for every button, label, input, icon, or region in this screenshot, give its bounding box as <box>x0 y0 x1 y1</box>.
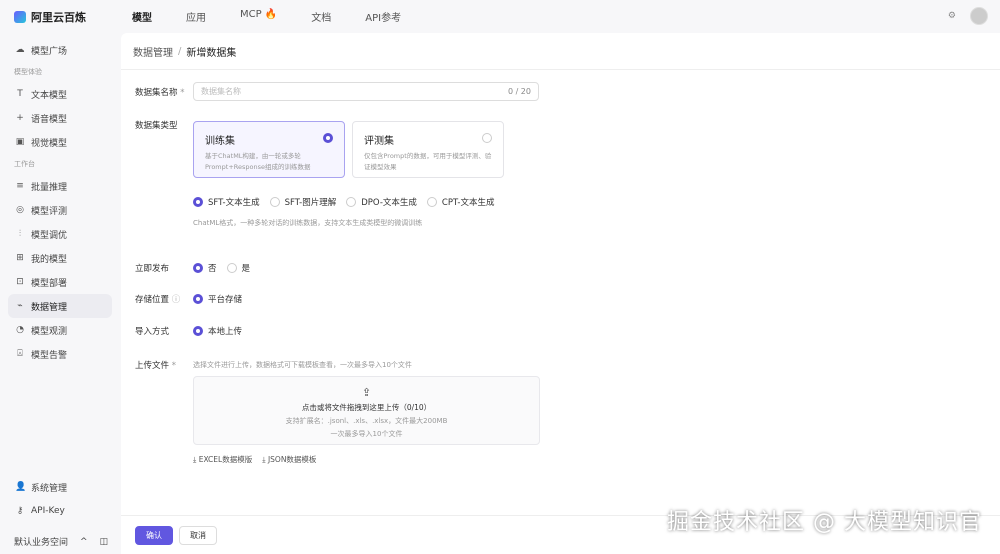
workspace-switcher[interactable]: 默认业务空间 ^ ◫ <box>14 535 114 549</box>
subtype-cpt-text[interactable]: CPT-文本生成 <box>426 196 494 208</box>
breadcrumb-parent[interactable]: 数据管理 <box>133 44 173 59</box>
sidebar-icon: ▣ <box>15 137 25 147</box>
subtype-sft-text[interactable]: SFT-文本生成 <box>193 196 260 208</box>
nav-mcp[interactable]: MCP 🔥 <box>240 9 277 24</box>
avatar[interactable] <box>970 7 988 25</box>
upload-label: 上传文件 * <box>135 361 176 371</box>
dataset-name-input[interactable]: 数据集名称 0 / 20 <box>193 82 539 101</box>
sidebar-item[interactable]: ≡ 批量推理 <box>8 174 112 198</box>
upload-hint: 选择文件进行上传，数据格式可下载模板查看，一次最多导入10个文件 <box>193 361 412 369</box>
main-panel: 数据管理 / 新增数据集 数据集名称 * 数据集名称 0 / 20 数据集类型 训… <box>121 33 1000 554</box>
sidebar-icon: ⚷ <box>16 506 24 516</box>
sidebar-icon: ◔ <box>16 325 24 335</box>
publish-label: 立即发布 <box>135 264 170 274</box>
sidebar-item[interactable]: ⊡ 模型部署 <box>8 270 112 294</box>
sidebar-item[interactable]: + 语音模型 <box>8 106 112 130</box>
sidebar-item[interactable]: ⫶ 模型调优 <box>8 222 112 246</box>
sidebar-item[interactable]: 👤 系统管理 <box>8 475 112 499</box>
cloud-icon: ☁ <box>15 45 25 55</box>
import-label: 导入方式 <box>135 327 170 337</box>
sidebar-group-label: 工作台 <box>14 160 35 168</box>
breadcrumb: 数据管理 / 新增数据集 <box>121 33 1000 70</box>
top-nav: 模型 应用 MCP 🔥 文档 API参考 <box>132 9 435 24</box>
import-local[interactable]: 本地上传 <box>193 325 242 337</box>
type-card-train[interactable]: 训练集 基于ChatML构建，由一轮或多轮Prompt+Response组成的训练… <box>193 121 345 178</box>
radio-train[interactable] <box>323 133 333 143</box>
sidebar-icon: ⍓ <box>17 349 23 359</box>
name-label: 数据集名称 * <box>135 88 185 98</box>
subtype-dpo-text[interactable]: DPO-文本生成 <box>346 196 417 208</box>
type-label: 数据集类型 <box>135 121 178 131</box>
top-bar: 阿里云百炼 模型 应用 MCP 🔥 文档 API参考 ⚙ <box>0 0 1000 33</box>
sidebar-icon: T <box>17 89 23 99</box>
sidebar-icon: ⌁ <box>17 301 23 311</box>
subtype-sft-image[interactable]: SFT-图片理解 <box>269 196 336 208</box>
sidebar-item[interactable]: T 文本模型 <box>8 82 112 106</box>
watermark: 掘金技术社区 @ 大模型知识官 <box>667 510 982 535</box>
sidebar-item[interactable]: ⌁ 数据管理 <box>8 294 112 318</box>
download-icon: ⤓ <box>193 455 197 464</box>
sidebar-icon: ◎ <box>16 205 24 215</box>
cancel-button[interactable]: 取消 <box>179 525 217 545</box>
storage-label: 存储位置 ⓘ <box>135 295 181 305</box>
nav-apps[interactable]: 应用 <box>186 9 206 24</box>
excel-template-link[interactable]: ⤓ EXCEL数据模版 <box>193 454 252 465</box>
publish-no[interactable]: 否 <box>193 262 217 274</box>
upload-icon: ⇪ <box>361 386 372 399</box>
subtype-hint: ChatML格式，一种多轮对话的训练数据，支持文本生成类模型的微调训练 <box>193 219 423 227</box>
sidebar-item-model-square[interactable]: ☁ 模型广场 <box>8 38 112 62</box>
sidebar-icon: + <box>16 113 24 123</box>
subtype-radio-group: SFT-文本生成 SFT-图片理解 DPO-文本生成 CPT-文本生成 <box>193 196 504 208</box>
sidebar-item[interactable]: ⍓ 模型告警 <box>8 342 112 366</box>
sidebar-item[interactable]: ⚷ API-Key <box>8 499 112 523</box>
nav-docs[interactable]: 文档 <box>311 9 331 24</box>
nav-api[interactable]: API参考 <box>365 9 401 24</box>
json-template-link[interactable]: ⤓ JSON数据模板 <box>262 454 316 465</box>
nav-models[interactable]: 模型 <box>132 9 152 24</box>
help-icon: ⓘ <box>171 295 181 305</box>
sidebar: ☁ 模型广场 模型体验 T 文本模型 + 语音模型 ▣ 视觉模型 工作台 ≡ 批量推理 ◎ 模型评… <box>0 33 120 554</box>
logo[interactable]: 阿里云百炼 <box>14 9 132 25</box>
collapse-sidebar-icon[interactable]: ◫ <box>100 537 109 547</box>
confirm-button[interactable]: 确认 <box>135 525 173 545</box>
publish-yes[interactable]: 是 <box>226 262 250 274</box>
sidebar-icon: ≡ <box>16 181 24 191</box>
sidebar-item[interactable]: ⊞ 我的模型 <box>8 246 112 270</box>
radio-eval[interactable] <box>482 133 492 143</box>
sidebar-item[interactable]: ◔ 模型观测 <box>8 318 112 342</box>
sidebar-group-label: 模型体验 <box>14 68 42 76</box>
sidebar-item[interactable]: ◎ 模型评测 <box>8 198 112 222</box>
download-icon: ⤓ <box>262 455 266 464</box>
chevron-up-icon[interactable]: ^ <box>80 537 88 547</box>
sidebar-item[interactable]: ▣ 视觉模型 <box>8 130 112 154</box>
sidebar-icon: ⊞ <box>16 253 24 263</box>
storage-platform[interactable]: 平台存储 <box>193 293 242 305</box>
sidebar-icon: ⊡ <box>16 277 24 287</box>
settings-icon[interactable]: ⚙ <box>948 11 956 21</box>
logo-icon <box>14 10 26 23</box>
file-dropzone[interactable]: ⇪ 点击或将文件拖拽到这里上传（0/10） 支持扩展名：.jsonl、.xls、… <box>193 376 540 445</box>
breadcrumb-current: 新增数据集 <box>186 47 237 59</box>
type-card-eval[interactable]: 评测集 仅包含Prompt的数据，可用于模型评测、验证模型效果 <box>352 121 504 178</box>
sidebar-icon: ⫶ <box>18 229 22 239</box>
sidebar-icon: 👤 <box>15 482 27 492</box>
